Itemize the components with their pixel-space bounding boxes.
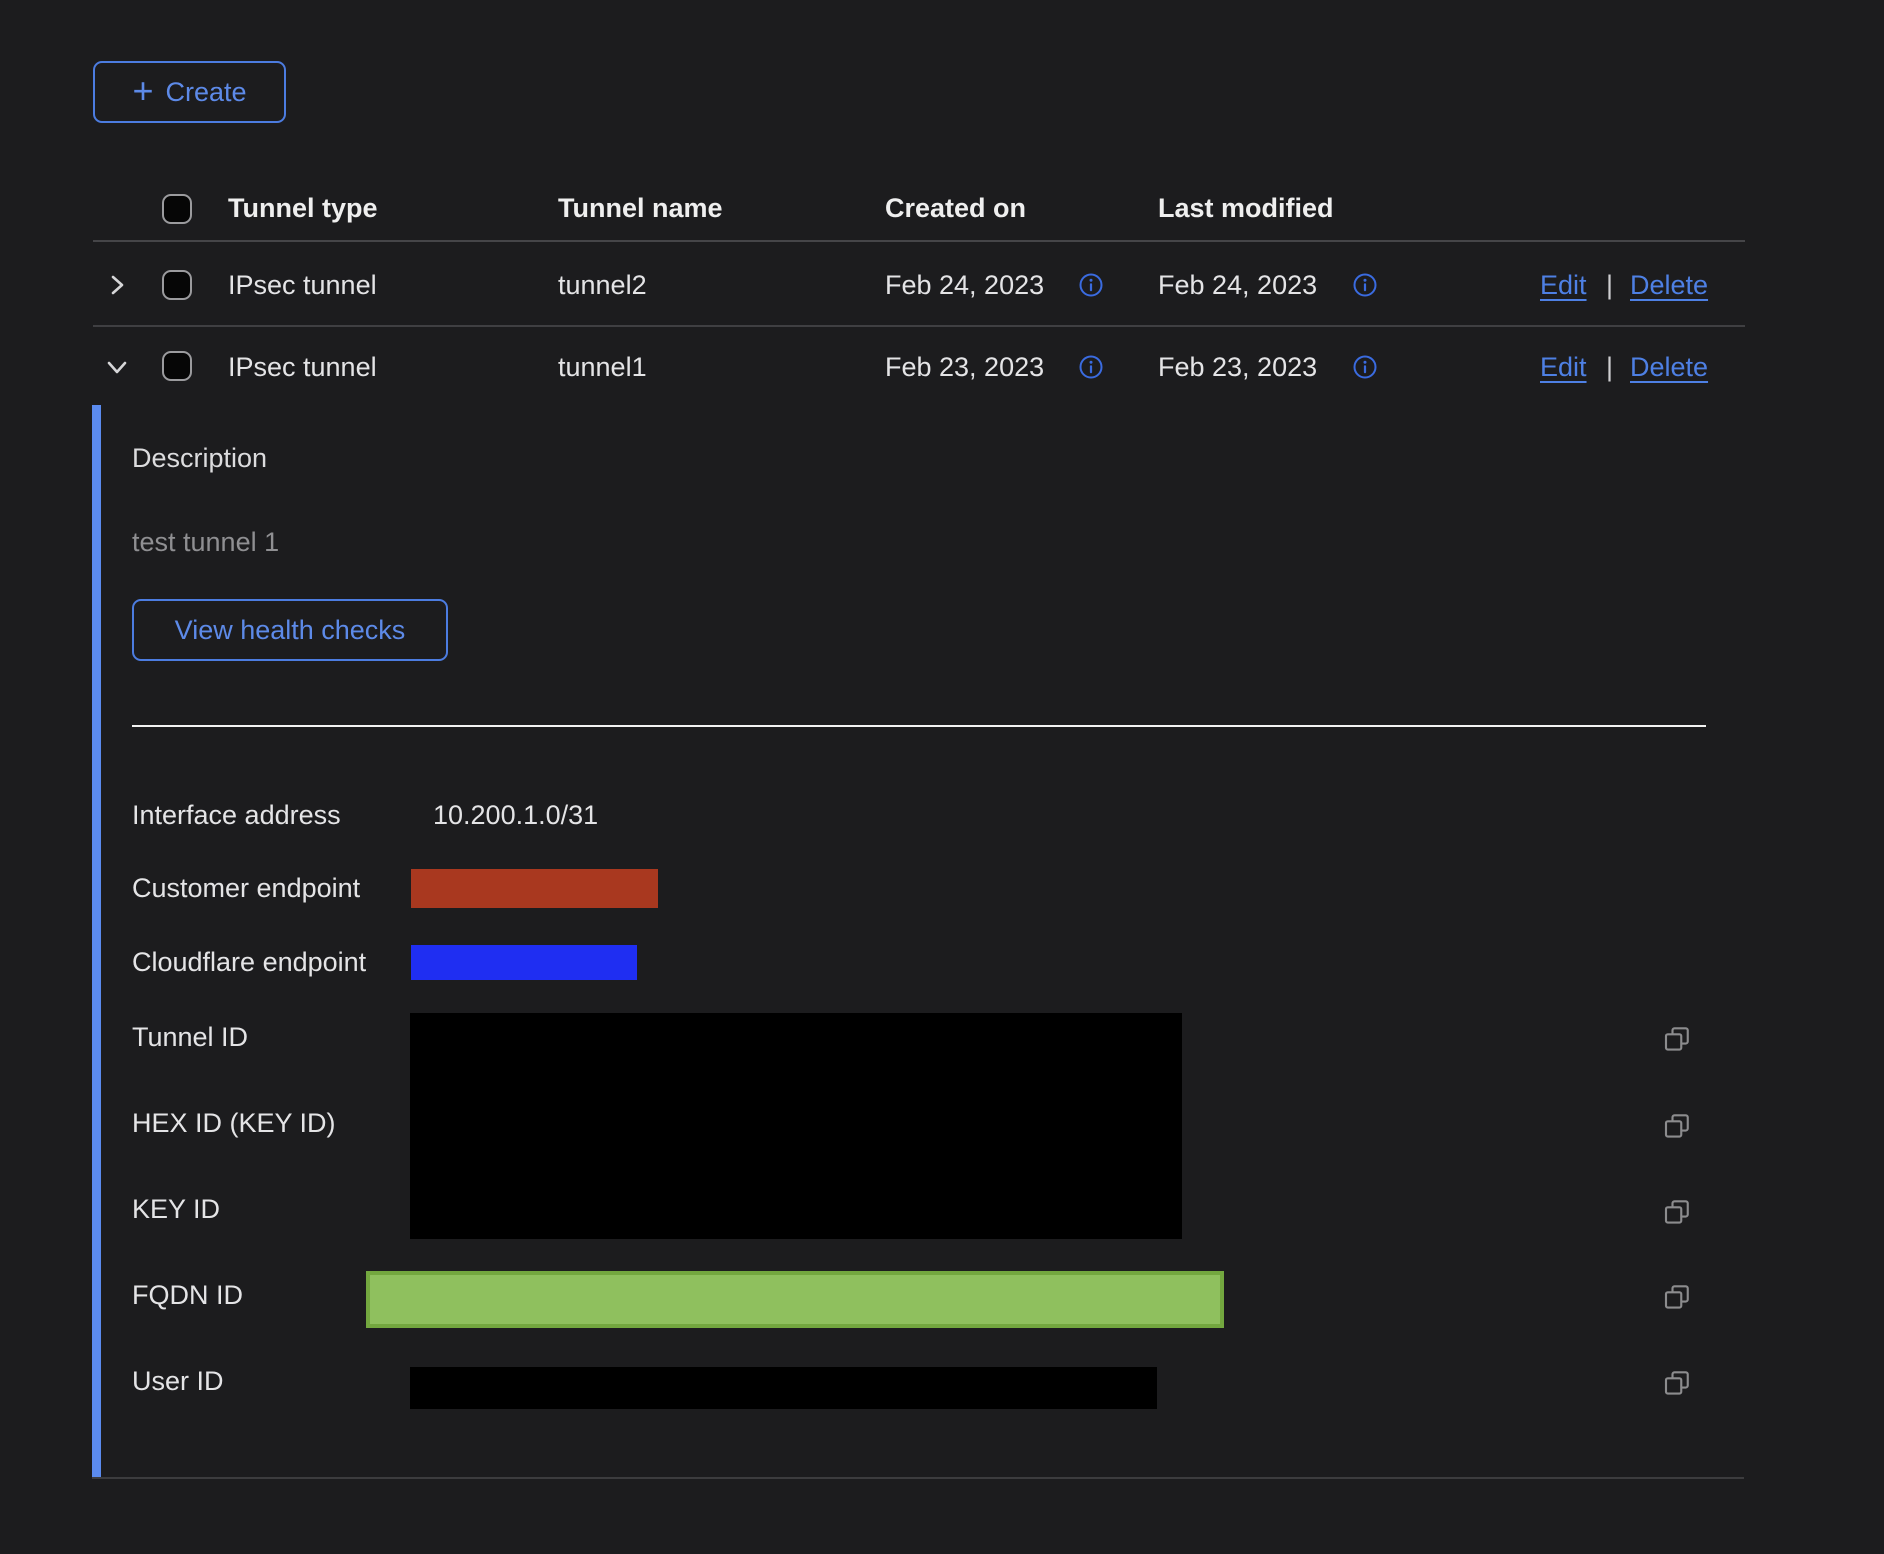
- edit-link[interactable]: Edit: [1540, 354, 1587, 381]
- collapse-row-button[interactable]: [102, 352, 132, 382]
- view-health-checks-label: View health checks: [175, 615, 406, 646]
- action-separator: |: [1606, 272, 1613, 299]
- expand-row-button[interactable]: [102, 270, 132, 300]
- column-header-tunnel-name: Tunnel name: [558, 195, 723, 222]
- interface-address-value: 10.200.1.0/31: [433, 802, 598, 829]
- user-id-redaction: [410, 1367, 1157, 1409]
- hex-id-label: HEX ID (KEY ID): [132, 1110, 336, 1137]
- edit-link[interactable]: Edit: [1540, 272, 1587, 299]
- chevron-down-icon: [102, 352, 132, 382]
- description-label: Description: [132, 445, 267, 472]
- last-modified-cell: Feb 23, 2023: [1158, 354, 1317, 381]
- view-health-checks-button[interactable]: View health checks: [132, 599, 448, 661]
- info-icon: [1078, 272, 1104, 298]
- info-icon: [1352, 354, 1378, 380]
- tunnel-id-label: Tunnel ID: [132, 1024, 248, 1051]
- last-modified-cell: Feb 24, 2023: [1158, 272, 1317, 299]
- copy-icon: [1662, 1197, 1692, 1227]
- copy-icon: [1662, 1368, 1692, 1398]
- section-divider: [132, 725, 1706, 727]
- tunnel-name-cell: tunnel1: [558, 354, 647, 381]
- description-value: test tunnel 1: [132, 529, 279, 556]
- tunnels-page: + Create Tunnel type Tunnel name Created…: [0, 0, 1884, 1554]
- copy-key-id-button[interactable]: [1662, 1197, 1692, 1227]
- info-icon: [1078, 354, 1104, 380]
- tunnel-name-cell: tunnel2: [558, 272, 647, 299]
- created-on-info-button[interactable]: [1078, 354, 1104, 380]
- id-values-redaction: [410, 1013, 1182, 1239]
- delete-link[interactable]: Delete: [1630, 272, 1708, 299]
- created-on-cell: Feb 23, 2023: [885, 354, 1044, 381]
- copy-fqdn-id-button[interactable]: [1662, 1282, 1692, 1312]
- create-button-label: Create: [165, 77, 246, 108]
- fqdn-id-redaction: [366, 1271, 1224, 1328]
- created-on-info-button[interactable]: [1078, 272, 1104, 298]
- header-divider: [93, 240, 1745, 242]
- select-all-checkbox[interactable]: [162, 194, 192, 224]
- cloudflare-endpoint-redaction: [411, 945, 637, 980]
- last-modified-info-button[interactable]: [1352, 354, 1378, 380]
- key-id-label: KEY ID: [132, 1196, 220, 1223]
- row-checkbox[interactable]: [162, 351, 192, 381]
- user-id-label: User ID: [132, 1368, 224, 1395]
- copy-icon: [1662, 1111, 1692, 1141]
- chevron-right-icon: [102, 270, 132, 300]
- fqdn-id-label: FQDN ID: [132, 1282, 243, 1309]
- copy-icon: [1662, 1282, 1692, 1312]
- create-button[interactable]: + Create: [93, 61, 286, 123]
- customer-endpoint-redaction: [411, 869, 658, 908]
- panel-bottom-divider: [92, 1477, 1744, 1479]
- column-header-tunnel-type: Tunnel type: [228, 195, 378, 222]
- interface-address-label: Interface address: [132, 802, 341, 829]
- column-header-created-on: Created on: [885, 195, 1026, 222]
- info-icon: [1352, 272, 1378, 298]
- action-separator: |: [1606, 354, 1613, 381]
- cloudflare-endpoint-label: Cloudflare endpoint: [132, 949, 366, 976]
- customer-endpoint-label: Customer endpoint: [132, 875, 360, 902]
- copy-hex-id-button[interactable]: [1662, 1111, 1692, 1141]
- column-header-last-modified: Last modified: [1158, 195, 1334, 222]
- created-on-cell: Feb 24, 2023: [885, 272, 1044, 299]
- row-checkbox[interactable]: [162, 270, 192, 300]
- last-modified-info-button[interactable]: [1352, 272, 1378, 298]
- copy-user-id-button[interactable]: [1662, 1368, 1692, 1398]
- delete-link[interactable]: Delete: [1630, 354, 1708, 381]
- tunnel-type-cell: IPsec tunnel: [228, 354, 377, 381]
- copy-icon: [1662, 1024, 1692, 1054]
- expansion-accent-bar: [92, 405, 101, 1478]
- tunnel-type-cell: IPsec tunnel: [228, 272, 377, 299]
- row-divider: [93, 325, 1745, 327]
- copy-tunnel-id-button[interactable]: [1662, 1024, 1692, 1054]
